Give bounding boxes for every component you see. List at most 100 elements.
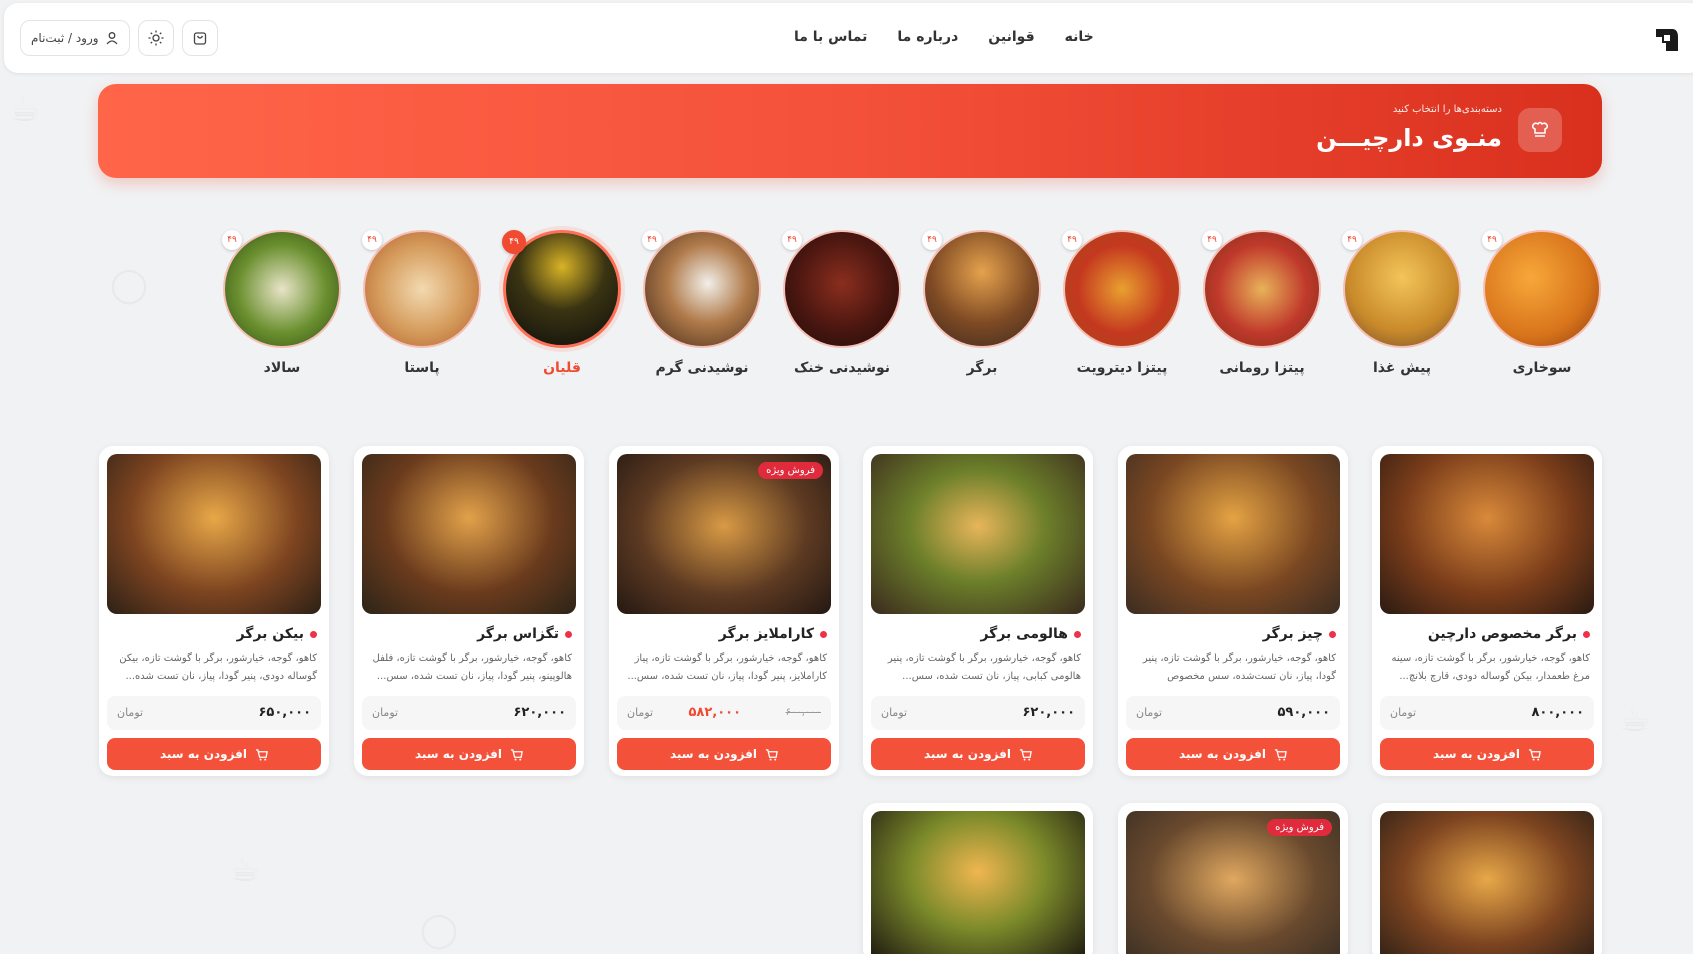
product-name: برگر مخصوص دارچین (1428, 626, 1590, 642)
product-name: بیکن برگر (237, 626, 317, 642)
category-badge: ۴۹ (222, 230, 242, 250)
add-to-cart-button[interactable]: افزودن به سبد (871, 738, 1085, 770)
currency-unit: تومان (1136, 706, 1163, 719)
nav-about[interactable]: درباره ما (897, 29, 958, 45)
category-image (643, 230, 761, 348)
add-to-cart-button[interactable]: افزودن به سبد (1126, 738, 1340, 770)
product-price: ۶۵۰,۰۰۰ (258, 705, 311, 720)
add-to-cart-button[interactable]: افزودن به سبد (107, 738, 321, 770)
category-item-detroit-pizza[interactable]: ۴۹ پیتزا دیترویت (1062, 230, 1182, 376)
nav-home[interactable]: خانه (1065, 29, 1094, 45)
product-description: کاهو، گوجه، خیارشور، برگر با گوشت تازه، … (1142, 653, 1336, 682)
product-image (1380, 454, 1594, 614)
status-dot (1074, 630, 1081, 638)
add-to-cart-button[interactable]: افزودن به سبد (362, 738, 576, 770)
product-card: بیکن برگر کاهو، گوجه، خیارشور، برگر با گ… (99, 446, 329, 776)
product-card: فروش ویژه کاراملایز برگر کاهو، گوجه، خیا… (609, 446, 839, 776)
product-price: ۵۹۰,۰۰۰ (1277, 705, 1330, 720)
status-dot (1583, 630, 1590, 638)
category-carousel: ۴۹ سوخاری ۴۹ پیش غذا ۴۹ پیتزا رومانی ۴۹ … (220, 230, 1602, 380)
product-card: برگر مخصوص دارچین کاهو، گوجه، خیارشور، ب… (1372, 446, 1602, 776)
price-box: تومان ۸۰۰,۰۰۰ (1380, 696, 1594, 730)
product-card: تگزاس برگر کاهو، گوجه، خیارشور، برگر با … (354, 446, 584, 776)
price-box: تومان ۵۹۰,۰۰۰ (1126, 696, 1340, 730)
category-image (223, 230, 341, 348)
site-logo[interactable] (1648, 21, 1686, 59)
product-image (1126, 454, 1340, 614)
theme-toggle-button[interactable] (137, 20, 174, 56)
category-badge: ۴۹ (1202, 230, 1222, 250)
product-price: ۶۲۰,۰۰۰ (513, 705, 566, 720)
product-name: تگزاس برگر (477, 626, 572, 642)
category-badge: ۴۹ (502, 230, 526, 254)
product-old-price: ۶۰۰,۰۰۰ (785, 707, 821, 718)
product-sale-price: ۵۸۲,۰۰۰ (688, 705, 741, 720)
sun-icon (148, 30, 164, 46)
category-image (1483, 230, 1601, 348)
cart-icon (510, 748, 523, 761)
category-badge: ۴۹ (782, 230, 802, 250)
category-image (783, 230, 901, 348)
product-card: هالومی برگر کاهو، گوجه، خیارشور، برگر با… (863, 446, 1093, 776)
background-pattern: ☕ (1620, 700, 1651, 740)
category-label: پیش غذا (1372, 360, 1432, 376)
category-label: قلیان (543, 360, 581, 376)
category-item-fried-chicken[interactable]: ۴۹ سوخاری (1482, 230, 1602, 376)
background-pattern: ☕ (10, 90, 41, 130)
cart-icon (765, 748, 778, 761)
product-image: فروش ویژه (617, 454, 831, 614)
status-dot (310, 630, 317, 638)
cart-button[interactable] (181, 20, 218, 56)
category-item-hookah[interactable]: ۴۹ قلیان (502, 230, 622, 376)
category-badge: ۴۹ (1482, 230, 1502, 250)
category-item-hot-drink[interactable]: ۴۹ نوشیدنی گرم (642, 230, 762, 376)
currency-unit: تومان (881, 706, 908, 719)
product-card (863, 803, 1093, 954)
category-badge: ۴۹ (1342, 230, 1362, 250)
status-dot (565, 630, 572, 638)
add-to-cart-button[interactable]: افزودن به سبد (1380, 738, 1594, 770)
special-sale-badge: فروش ویژه (1267, 819, 1332, 836)
category-badge: ۴۹ (362, 230, 382, 250)
category-label: نوشیدنی گرم (655, 360, 749, 376)
currency-unit: تومان (372, 706, 399, 719)
category-image (1203, 230, 1321, 348)
product-price: ۸۰۰,۰۰۰ (1531, 705, 1584, 720)
category-item-appetizer[interactable]: ۴۹ پیش غذا (1342, 230, 1462, 376)
product-description: کاهو، گوجه، خیارشور، برگر با گوشت تازه، … (119, 653, 317, 682)
category-label: پیتزا دیترویت (1076, 360, 1168, 376)
add-to-cart-button[interactable]: افزودن به سبد (617, 738, 831, 770)
product-description: کاهو، گوجه، خیارشور، برگر با گوشت تازه، … (372, 653, 572, 682)
price-box: تومان ۶۲۰,۰۰۰ (871, 696, 1085, 730)
product-card: چیز برگر کاهو، گوجه، خیارشور، برگر با گو… (1118, 446, 1348, 776)
nav-contact[interactable]: تماس با ما (794, 29, 867, 45)
cart-icon (255, 748, 268, 761)
price-box: تومان ۶۵۰,۰۰۰ (107, 696, 321, 730)
category-item-cold-drink[interactable]: ۴۹ نوشیدنی خنک (782, 230, 902, 376)
product-image: فروش ویژه (1126, 811, 1340, 954)
currency-unit: تومان (627, 706, 654, 719)
product-image (871, 811, 1085, 954)
category-item-salad[interactable]: ۴۹ سالاد (222, 230, 342, 376)
banner-subtitle: دسته‌بندی‌ها را انتخاب کنید (1392, 104, 1502, 115)
price-box: تومان ۶۲۰,۰۰۰ (362, 696, 576, 730)
header-tools: ورود / ثبت‌نام (20, 20, 218, 56)
background-pattern: ◯ (420, 910, 459, 950)
product-image (107, 454, 321, 614)
nav-rules[interactable]: قوانین (988, 29, 1034, 45)
category-item-pasta[interactable]: ۴۹ پاستا (362, 230, 482, 376)
category-image (1063, 230, 1181, 348)
category-label: سوخاری (1512, 360, 1572, 376)
menu-banner: دسته‌بندی‌ها را انتخاب کنید منـوی دارچیـ… (98, 84, 1602, 178)
category-item-roman-pizza[interactable]: ۴۹ پیتزا رومانی (1202, 230, 1322, 376)
login-label: ورود / ثبت‌نام (31, 31, 99, 45)
category-badge: ۴۹ (1062, 230, 1082, 250)
category-item-burger[interactable]: ۴۹ برگر (922, 230, 1042, 376)
shopping-bag-icon (193, 32, 206, 45)
special-sale-badge: فروش ویژه (758, 462, 823, 479)
product-image (1380, 811, 1594, 954)
product-name: کاراملایز برگر (719, 626, 827, 642)
login-button[interactable]: ورود / ثبت‌نام (20, 20, 130, 56)
category-badge: ۴۹ (642, 230, 662, 250)
background-pattern: ☕ (230, 850, 261, 890)
